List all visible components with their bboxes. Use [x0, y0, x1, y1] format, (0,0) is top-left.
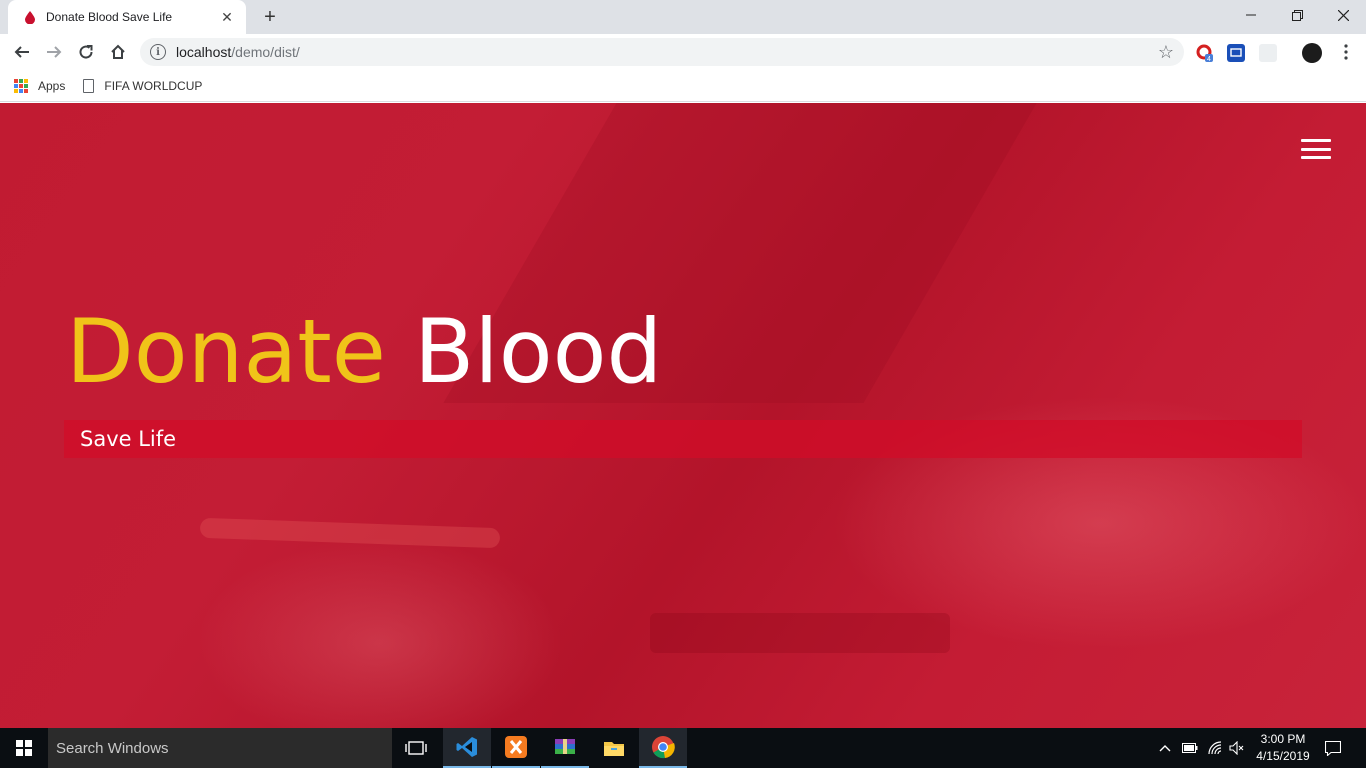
- task-view-icon: [405, 741, 427, 755]
- restore-button[interactable]: [1274, 0, 1320, 30]
- subtitle-band: Save Life: [64, 420, 1302, 458]
- browser-tab-strip: Donate Blood Save Life ✕ +: [0, 0, 1366, 34]
- blood-drop-icon: [22, 9, 38, 25]
- wifi-icon[interactable]: [1205, 728, 1225, 768]
- svg-text:4: 4: [1207, 56, 1211, 62]
- clock-time: 3:00 PM: [1260, 732, 1306, 746]
- address-bar[interactable]: i localhost/demo/dist/ ☆: [140, 38, 1184, 66]
- taskbar-search[interactable]: Search Windows: [48, 728, 392, 768]
- new-tab-button[interactable]: +: [258, 6, 282, 28]
- browser-toolbar: i localhost/demo/dist/ ☆ 4: [0, 34, 1366, 70]
- bookmarks-bar: Apps FIFA WORLDCUP: [0, 70, 1366, 102]
- extension-opera-icon[interactable]: 4: [1196, 44, 1214, 63]
- bookmark-fifa-worldcup[interactable]: FIFA WORLDCUP: [83, 78, 203, 93]
- minimize-button[interactable]: [1228, 0, 1274, 30]
- profile-avatar[interactable]: [1302, 43, 1322, 63]
- bookmark-label: FIFA WORLDCUP: [104, 78, 203, 93]
- bookmark-label: Apps: [38, 78, 66, 93]
- taskbar-chrome[interactable]: [639, 728, 687, 768]
- menu-kebab-icon[interactable]: [1332, 38, 1360, 66]
- back-button[interactable]: [8, 38, 36, 66]
- back-arrow-icon: [14, 46, 29, 58]
- taskbar-file-explorer[interactable]: [590, 728, 638, 768]
- taskbar-xampp[interactable]: [492, 728, 540, 768]
- background-shade: [199, 517, 501, 549]
- volume-muted-icon[interactable]: [1228, 728, 1246, 768]
- taskbar-vscode[interactable]: [443, 728, 491, 768]
- close-icon[interactable]: ✕: [218, 8, 236, 26]
- info-icon[interactable]: i: [150, 44, 166, 60]
- apps-grid-icon: [14, 78, 28, 93]
- hamburger-menu-icon[interactable]: [1301, 139, 1331, 159]
- windows-taskbar: Search Windows 3:00 PM 4/15/2019: [0, 728, 1366, 768]
- background-shade: [650, 613, 950, 653]
- task-view-button[interactable]: [392, 728, 440, 768]
- folder-icon: [604, 742, 624, 756]
- bookmark-star-icon[interactable]: ☆: [1158, 42, 1174, 63]
- reload-button[interactable]: [72, 38, 100, 66]
- chrome-icon: [652, 736, 675, 759]
- page-icon: [83, 78, 95, 93]
- browser-tab[interactable]: Donate Blood Save Life ✕: [8, 0, 246, 34]
- taskbar-winrar[interactable]: [541, 728, 589, 768]
- url-path: /demo/dist/: [231, 44, 300, 60]
- xampp-icon: [505, 736, 527, 758]
- taskbar-clock[interactable]: 3:00 PM 4/15/2019: [1248, 731, 1318, 765]
- vscode-icon: [456, 737, 477, 757]
- hero-headline: Donate Blood: [66, 308, 662, 396]
- winrar-icon: [555, 739, 575, 754]
- tab-title: Donate Blood Save Life: [46, 10, 173, 24]
- hero-section: Donate Blood Save Life: [0, 103, 1366, 728]
- headline-accent: Donate: [66, 300, 386, 403]
- extension-grey-icon[interactable]: [1259, 44, 1277, 62]
- tray-chevron-up-icon[interactable]: [1156, 728, 1174, 768]
- headline-main: Blood: [413, 300, 663, 403]
- clock-date: 4/15/2019: [1256, 749, 1310, 763]
- hero-subtitle: Save Life: [80, 427, 177, 451]
- bookmark-apps[interactable]: Apps: [14, 78, 66, 93]
- home-button[interactable]: [104, 38, 132, 66]
- url-host: localhost: [176, 44, 232, 60]
- forward-arrow-icon: [47, 46, 62, 58]
- forward-button[interactable]: [40, 38, 68, 66]
- close-window-button[interactable]: [1320, 0, 1366, 30]
- reload-icon: [79, 45, 93, 59]
- battery-icon[interactable]: [1180, 728, 1200, 768]
- start-button[interactable]: [0, 728, 48, 768]
- action-center-icon[interactable]: [1322, 728, 1344, 768]
- windows-logo-icon: [16, 740, 32, 756]
- home-icon: [111, 44, 125, 59]
- search-placeholder: Search Windows: [56, 739, 169, 757]
- extension-screen-icon[interactable]: [1227, 44, 1245, 62]
